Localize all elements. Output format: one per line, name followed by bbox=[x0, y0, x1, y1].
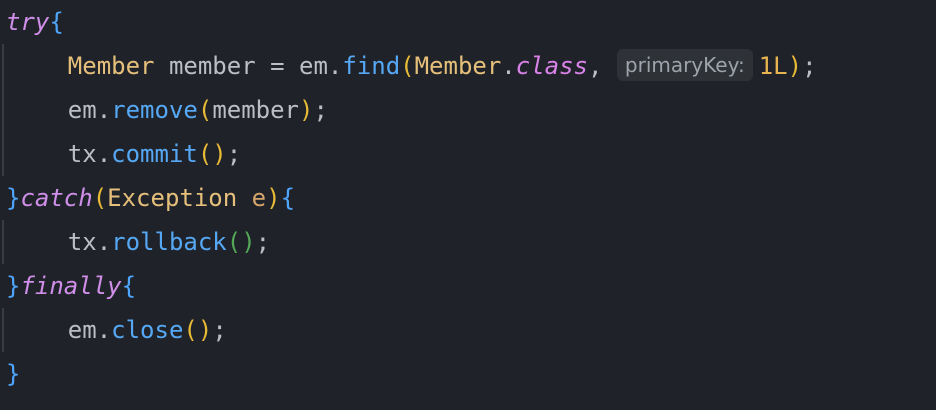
code-line-1[interactable]: try{ bbox=[6, 0, 64, 44]
semicolon: ; bbox=[212, 316, 227, 344]
type-exception: Exception bbox=[107, 184, 238, 212]
keyword-catch: catch bbox=[20, 184, 93, 212]
code-line-2[interactable]: Member member = em.find(Member.class, pr… bbox=[10, 44, 817, 88]
code-line-9[interactable]: } bbox=[6, 352, 20, 396]
comma: , bbox=[588, 52, 617, 80]
param-e: e bbox=[251, 184, 267, 212]
keyword-try: try bbox=[6, 8, 50, 36]
type-member-arg: Member bbox=[414, 52, 502, 80]
dot: . bbox=[501, 52, 516, 80]
type-member: Member bbox=[67, 52, 155, 80]
brace-close: } bbox=[6, 272, 21, 300]
paren-open: ( bbox=[92, 184, 108, 212]
method-remove: remove bbox=[111, 96, 198, 124]
brace-close: } bbox=[6, 360, 21, 388]
semicolon: ; bbox=[255, 228, 271, 256]
parens: () bbox=[197, 140, 227, 168]
paren-close: ) bbox=[787, 52, 803, 80]
semicolon: ; bbox=[226, 140, 242, 168]
arg-member: member bbox=[212, 96, 300, 124]
code-line-5[interactable]: }catch(Exception e){ bbox=[6, 176, 295, 220]
keyword-finally: finally bbox=[20, 272, 122, 300]
method-commit: commit bbox=[111, 140, 198, 168]
code-editor[interactable]: try{ Member member = em.find(Member.clas… bbox=[0, 0, 936, 410]
indent-guide-finally bbox=[2, 308, 4, 352]
paren-close: ) bbox=[299, 96, 314, 124]
indent-guide-catch bbox=[2, 220, 4, 264]
code-line-3[interactable]: em.remove(member); bbox=[10, 88, 328, 132]
code-line-4[interactable]: tx.commit(); bbox=[10, 132, 241, 176]
method-rollback: rollback bbox=[111, 228, 227, 256]
object-em: em. bbox=[67, 96, 112, 124]
indent-guide-try bbox=[2, 44, 4, 176]
brace-open: { bbox=[280, 184, 296, 212]
paren-close: ) bbox=[266, 184, 281, 212]
paren-open: ( bbox=[197, 96, 213, 124]
parens: () bbox=[183, 316, 213, 344]
object-tx: tx. bbox=[67, 140, 112, 168]
object-em: em. bbox=[67, 316, 112, 344]
code-line-7[interactable]: }finally{ bbox=[6, 264, 136, 308]
method-close: close bbox=[111, 316, 184, 344]
parens: () bbox=[226, 228, 256, 256]
keyword-class: class bbox=[515, 52, 588, 80]
brace-close: } bbox=[6, 184, 21, 212]
literal-1l: 1L bbox=[758, 52, 788, 80]
var-decl: member = em. bbox=[154, 52, 343, 80]
parameter-hint-primarykey: primaryKey: bbox=[616, 49, 753, 81]
code-line-8[interactable]: em.close(); bbox=[10, 308, 227, 352]
paren-open: ( bbox=[400, 52, 415, 80]
semicolon: ; bbox=[802, 52, 817, 80]
semicolon: ; bbox=[313, 96, 328, 124]
brace-open: { bbox=[49, 8, 64, 36]
code-line-6[interactable]: tx.rollback(); bbox=[10, 220, 270, 264]
object-tx: tx. bbox=[67, 228, 112, 256]
brace-open: { bbox=[121, 272, 137, 300]
method-find: find bbox=[342, 52, 401, 80]
